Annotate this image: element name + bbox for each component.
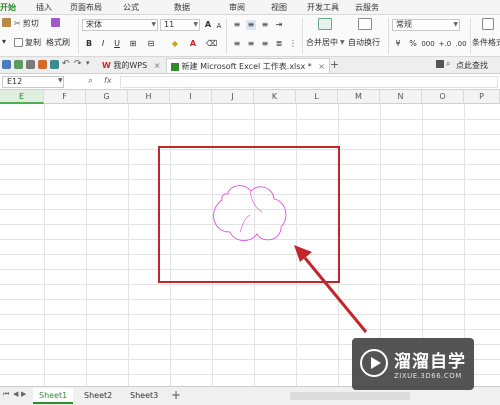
add-sheet-button[interactable]: +	[171, 388, 181, 402]
watermark-brand: 溜溜自学	[394, 352, 466, 372]
horizontal-scrollbar[interactable]	[290, 392, 410, 400]
next-sheet-icon[interactable]: ▶	[21, 390, 26, 398]
cloud-divider	[239, 190, 263, 233]
play-icon	[360, 349, 388, 377]
sheet-tab-sheet1[interactable]: Sheet1	[33, 388, 74, 404]
prev-sheet-icon[interactable]: ◀	[13, 390, 18, 398]
sheet-tab-sheet3[interactable]: Sheet3	[124, 388, 164, 404]
watermark-domain: ZIXUE.3D66.COM	[394, 372, 462, 380]
pointer-arrow-head	[294, 245, 312, 262]
pointer-arrow-line	[303, 257, 368, 333]
watermark-logo: 溜溜自学 ZIXUE.3D66.COM	[352, 338, 474, 390]
cloud-shape[interactable]	[213, 185, 287, 241]
first-sheet-icon[interactable]: ⏮	[3, 390, 9, 399]
sheet-tab-sheet2[interactable]: Sheet2	[78, 388, 118, 404]
